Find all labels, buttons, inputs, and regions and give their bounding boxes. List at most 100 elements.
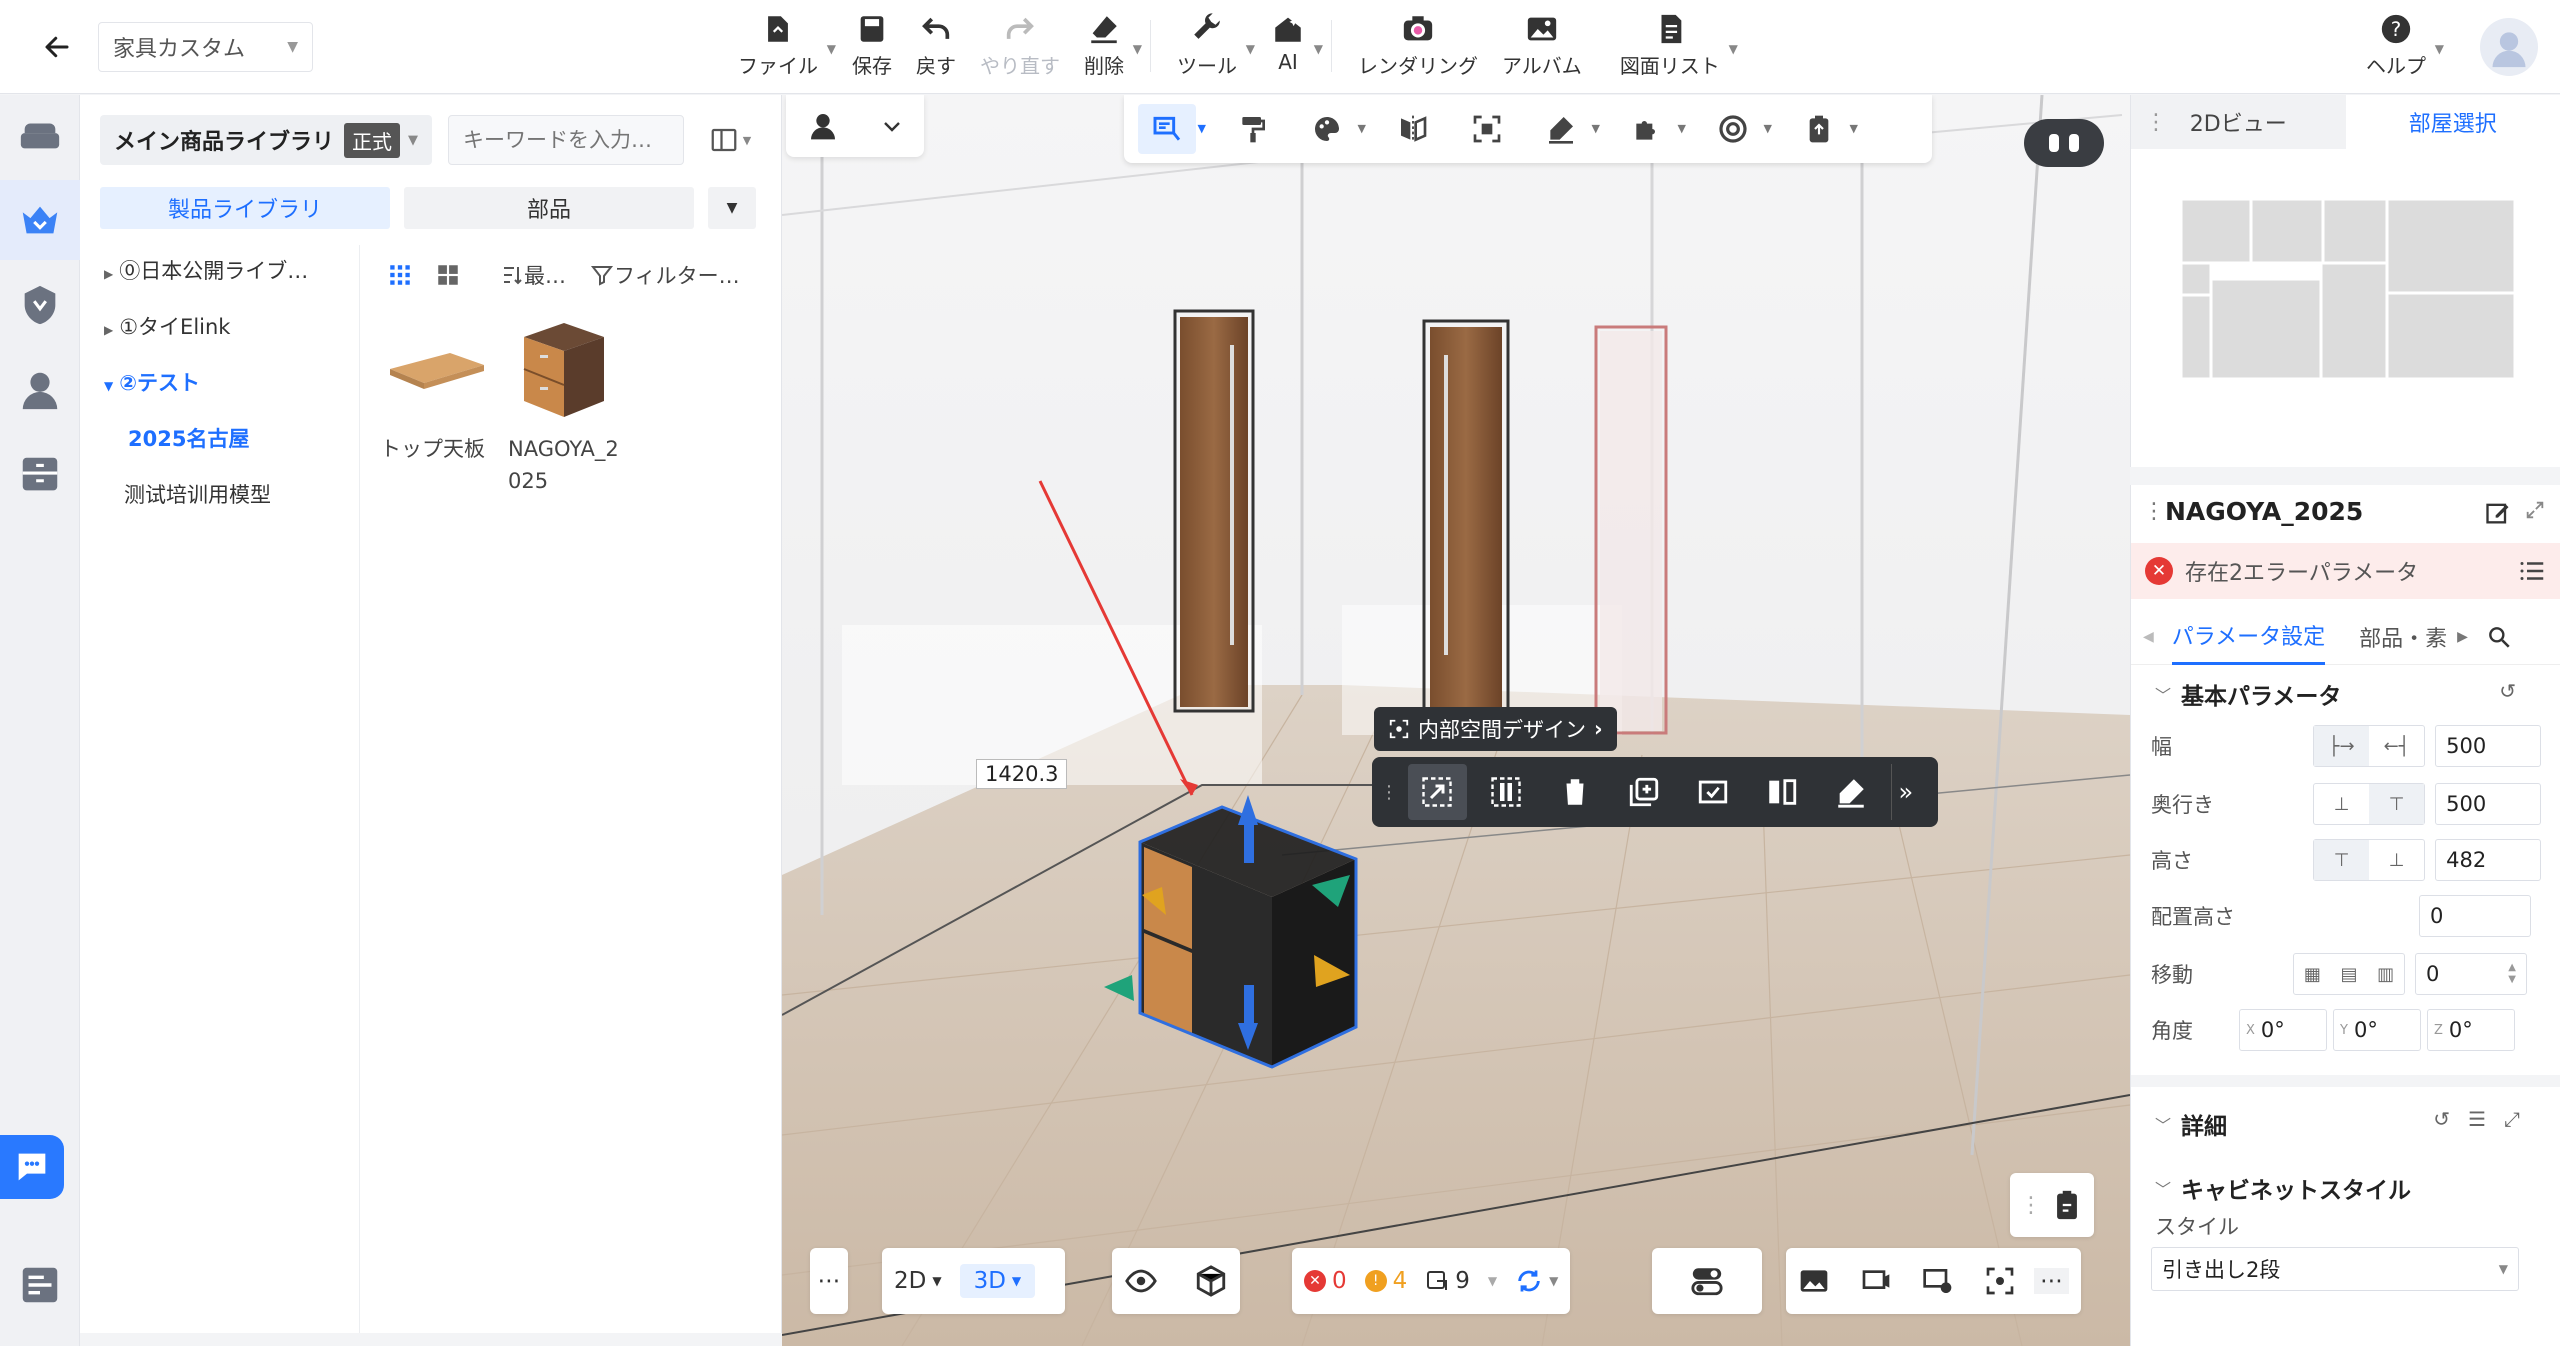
item-count[interactable]: 9: [1425, 1268, 1470, 1294]
tabs-more-button[interactable]: ▼: [708, 187, 756, 229]
anchor-top-icon[interactable]: ⊤: [2314, 840, 2370, 880]
list-filter-icon[interactable]: ☰: [2468, 1107, 2486, 1131]
reset-icon[interactable]: ↺: [2433, 1107, 2450, 1131]
chat-button[interactable]: [0, 1135, 64, 1199]
screen-record-button[interactable]: [1860, 1265, 1892, 1297]
focus-button[interactable]: [1984, 1265, 2016, 1297]
angle-z-input[interactable]: Z 0°: [2427, 1009, 2515, 1051]
move-x-icon[interactable]: ▦: [2294, 954, 2331, 994]
angle-x-input[interactable]: X 0°: [2239, 1009, 2327, 1051]
more-actions-button[interactable]: »: [1890, 764, 1920, 820]
tab-parts-materials[interactable]: 部品・素: [2359, 609, 2447, 665]
screen-settings-button[interactable]: [1922, 1265, 1954, 1297]
expand-icon[interactable]: [2524, 499, 2546, 521]
error-banner[interactable]: ✕ 存在2エラーパラメータ: [2131, 543, 2560, 599]
measure-object-button[interactable]: [1822, 764, 1881, 820]
anchor-bottom-icon[interactable]: ⊥: [2369, 840, 2424, 880]
list-icon[interactable]: [2517, 556, 2547, 586]
grid-small-button[interactable]: [380, 255, 420, 295]
view-3d-button[interactable]: 3D ▼: [959, 1264, 1036, 1298]
album-button[interactable]: アルバム: [1490, 12, 1594, 82]
render-button[interactable]: レンダリング: [1346, 12, 1490, 82]
target-button[interactable]: ▼: [1704, 104, 1772, 154]
help-button[interactable]: ? ヘルプ ▼: [2354, 12, 2444, 82]
format-paint-button[interactable]: [1224, 104, 1282, 154]
panel-layout-button[interactable]: ▼: [698, 115, 762, 165]
anchor-toggle[interactable]: ⊤ ⊥: [2313, 839, 2426, 881]
warning-count[interactable]: ! 4: [1364, 1268, 1407, 1294]
depth-input[interactable]: 500: [2435, 783, 2541, 825]
move-axis-toggle[interactable]: ▦ ▤ ▥: [2293, 953, 2405, 995]
tree-item[interactable]: ▶ ①タイElink: [104, 311, 230, 341]
anchor-right-icon[interactable]: ←┤: [2369, 726, 2424, 766]
material-button[interactable]: ▼: [1298, 104, 1366, 154]
visibility-button[interactable]: [1124, 1264, 1158, 1298]
rail-item-furniture[interactable]: [0, 95, 80, 175]
width-input[interactable]: 500: [2435, 725, 2541, 767]
rail-item-vip[interactable]: [0, 265, 80, 345]
replace-button[interactable]: [1684, 764, 1743, 820]
3d-viewport[interactable]: ▼ ▼ ▼ ▼ ▼ ▼ 1420.3 内部空間デザイン › ⋮ » ⋮ ⋯ 2D…: [782, 95, 2130, 1346]
style-select[interactable]: 引き出し2段 ▼: [2151, 1247, 2519, 1291]
library-search-input[interactable]: [448, 115, 684, 165]
sync-button[interactable]: ▼: [1515, 1267, 1558, 1295]
status-group[interactable]: ✕ 0 ! 4 9 ▼ ▼: [1292, 1248, 1571, 1314]
anchor-toggle[interactable]: ├→ ←┤: [2313, 725, 2426, 767]
tools-menu-button[interactable]: ツール ▼: [1165, 12, 1255, 82]
undo-button[interactable]: 戻す: [904, 12, 968, 82]
library-select[interactable]: メイン商品ライブラリ 正式 ▼: [100, 115, 432, 165]
select-mode-button[interactable]: ▼: [1138, 104, 1206, 154]
product-card[interactable]: NAGOYA_2 025: [508, 313, 628, 497]
move-input[interactable]: 0 ▲ ▼: [2415, 953, 2527, 995]
expand-icon[interactable]: ⤢: [2504, 1107, 2520, 1131]
avatar[interactable]: [2480, 18, 2538, 76]
frame-select-button[interactable]: [1458, 104, 1516, 154]
ai-menu-button[interactable]: AI ▼: [1259, 12, 1323, 82]
back-button[interactable]: [22, 22, 92, 72]
anchor-top-icon[interactable]: ⊤: [2369, 784, 2425, 824]
tab-2d-view[interactable]: ⋮ 2Dビュー: [2131, 95, 2346, 149]
resize-button[interactable]: [1408, 764, 1467, 820]
image-button[interactable]: [1798, 1265, 1830, 1297]
edit-icon[interactable]: [2484, 499, 2512, 527]
anchor-left-icon[interactable]: ├→: [2314, 726, 2370, 766]
reset-icon[interactable]: ↺: [2499, 679, 2516, 703]
section-cabinet-style[interactable]: ﹀ キャビネットスタイル: [2155, 1171, 2411, 1205]
tab-parameter-settings[interactable]: パラメータ設定: [2171, 609, 2326, 665]
clipboard-float-button[interactable]: ⋮: [2010, 1173, 2094, 1237]
view-2d-button[interactable]: 2D ▼: [894, 1268, 942, 1294]
section-detail[interactable]: ﹀ 詳細: [2155, 1107, 2227, 1141]
tree-item[interactable]: ▶ ⓪日本公開ライブ…: [104, 255, 308, 285]
error-count[interactable]: ✕ 0: [1304, 1268, 1347, 1294]
floor-plan-minimap[interactable]: [2131, 149, 2560, 467]
viewpoint-person-select[interactable]: [786, 95, 924, 157]
interior-design-chip[interactable]: 内部空間デザイン ›: [1374, 707, 1617, 751]
rail-item-layout[interactable]: [0, 1245, 80, 1325]
plugin-button[interactable]: ▼: [1618, 104, 1686, 154]
duplicate-button[interactable]: [1615, 764, 1674, 820]
height-input[interactable]: 482: [2435, 839, 2541, 881]
delete-object-button[interactable]: [1546, 764, 1605, 820]
product-card[interactable]: トップ天板: [380, 313, 500, 465]
drawing-list-button[interactable]: 図面リスト ▼: [1608, 12, 1738, 82]
toggle-settings-button[interactable]: [1652, 1248, 1762, 1314]
split-button[interactable]: [1477, 764, 1536, 820]
grid-large-button[interactable]: [428, 255, 468, 295]
bottom-more-button[interactable]: ⋯: [810, 1248, 848, 1314]
move-y-icon[interactable]: ▤: [2331, 954, 2368, 994]
file-menu-button[interactable]: ファイル ▼: [726, 12, 836, 82]
save-button[interactable]: 保存: [840, 12, 904, 82]
mirror-object-button[interactable]: [1753, 764, 1812, 820]
mirror-button[interactable]: [1384, 104, 1442, 154]
clipboard-button[interactable]: ▼: [1790, 104, 1858, 154]
assistant-robot-button[interactable]: [2024, 119, 2104, 167]
anchor-bottom-icon[interactable]: ⊥: [2314, 784, 2369, 824]
tree-item[interactable]: ▼ ②テスト: [104, 367, 200, 397]
project-select[interactable]: 家具カスタム ▼: [98, 22, 313, 72]
stepper-icon[interactable]: ▲ ▼: [2508, 962, 2516, 986]
cube-view-button[interactable]: [1194, 1264, 1228, 1298]
tab-parts[interactable]: 部品: [404, 187, 694, 229]
rail-item-library[interactable]: [0, 180, 80, 260]
filter-button[interactable]: フィルター…: [590, 260, 740, 290]
move-z-icon[interactable]: ▥: [2367, 954, 2404, 994]
